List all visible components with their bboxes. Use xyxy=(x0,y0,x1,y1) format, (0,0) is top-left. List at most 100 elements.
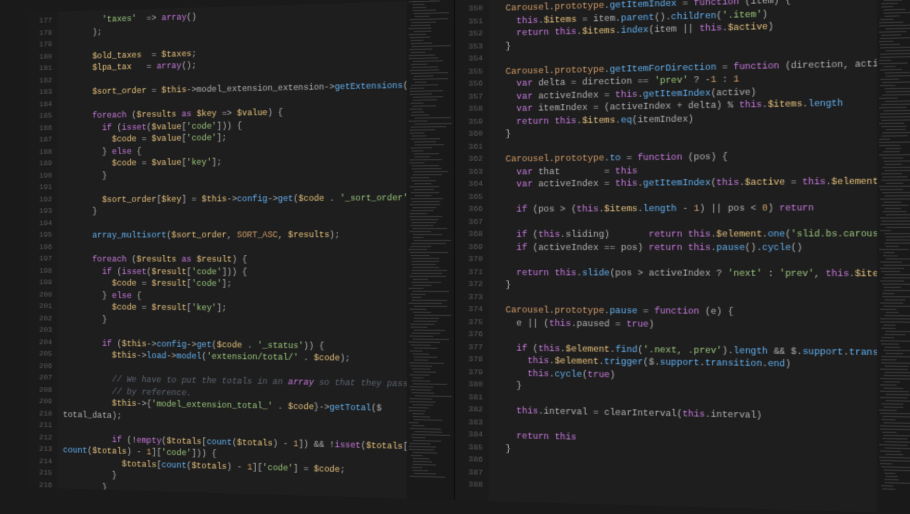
line-number: 371 xyxy=(455,267,483,280)
line-number: 357 xyxy=(455,91,483,104)
code-line[interactable] xyxy=(63,242,407,254)
line-number: 361 xyxy=(455,141,483,154)
code-line[interactable] xyxy=(495,215,877,229)
line-number: 355 xyxy=(455,66,483,79)
line-number: 376 xyxy=(455,329,483,342)
line-number: 377 xyxy=(455,342,483,355)
line-number: 202 xyxy=(27,313,52,325)
line-number: 182 xyxy=(27,75,52,87)
line-number: 367 xyxy=(455,216,483,229)
right-minimap[interactable] xyxy=(877,0,910,514)
line-number: 183 xyxy=(27,87,52,99)
line-number: 201 xyxy=(27,301,52,313)
line-number: 177 xyxy=(27,16,52,29)
line-number: 215 xyxy=(27,468,52,481)
line-number: 192 xyxy=(27,194,52,206)
line-number: 199 xyxy=(27,278,52,290)
line-number: 363 xyxy=(455,166,483,179)
line-number: 379 xyxy=(455,367,483,380)
line-number: 190 xyxy=(27,170,52,182)
line-number: 200 xyxy=(27,289,52,301)
code-line[interactable]: return this.slide(pos > activeIndex ? 'n… xyxy=(495,267,877,281)
line-number: 204 xyxy=(27,337,52,349)
line-number: 191 xyxy=(27,182,52,194)
line-number: 358 xyxy=(455,104,483,117)
line-number: 211 xyxy=(27,420,52,432)
line-number: 205 xyxy=(27,349,52,361)
left-minimap[interactable] xyxy=(407,0,454,500)
line-number: 386 xyxy=(455,454,483,467)
code-line[interactable]: foreach ($results as $result) { xyxy=(63,254,407,267)
line-number: 181 xyxy=(27,63,52,75)
line-number: 216 xyxy=(27,479,52,492)
line-number: 359 xyxy=(455,116,483,129)
line-number: 351 xyxy=(455,16,483,29)
line-number: 384 xyxy=(455,429,483,442)
line-number: 365 xyxy=(455,191,483,204)
code-line[interactable]: array_multisort($sort_order, SORT_ASC, $… xyxy=(63,229,407,242)
right-gutter: 3503513523533543553563573583593603613623… xyxy=(455,0,489,501)
line-number: 180 xyxy=(27,51,52,63)
left-code-area[interactable]: 'taxes' => array() ); $old_taxes = $taxe… xyxy=(58,1,407,498)
code-line[interactable] xyxy=(495,254,877,267)
line-number: 362 xyxy=(455,154,483,167)
line-number: 185 xyxy=(27,111,52,123)
line-number: 210 xyxy=(27,408,52,420)
line-number: 195 xyxy=(27,230,52,242)
code-line[interactable]: $sort_order[$key] = $this->config->get($… xyxy=(63,192,407,206)
line-number: 212 xyxy=(27,432,52,444)
right-code-area[interactable]: Carousel.prototype.getItemIndex = functi… xyxy=(489,0,877,512)
line-number: 213 xyxy=(27,444,52,457)
code-line[interactable]: $code = $result['code']; xyxy=(63,278,407,292)
line-number: 385 xyxy=(455,442,483,455)
line-number: 382 xyxy=(455,404,483,417)
line-number: 206 xyxy=(27,361,52,373)
line-number: 360 xyxy=(455,129,483,142)
line-number: 352 xyxy=(455,28,483,41)
code-line[interactable] xyxy=(63,217,407,230)
code-line[interactable]: if (activeIndex == pos) return this.paus… xyxy=(495,241,877,254)
line-number: 209 xyxy=(27,396,52,408)
line-number: 184 xyxy=(27,99,52,111)
line-number: 368 xyxy=(455,229,483,242)
line-number: 381 xyxy=(455,392,483,405)
line-number: 193 xyxy=(27,206,52,218)
line-number: 203 xyxy=(27,325,52,337)
line-number: 196 xyxy=(27,242,52,254)
line-number: 380 xyxy=(455,379,483,392)
line-number: 353 xyxy=(455,41,483,54)
line-number: 208 xyxy=(27,384,52,396)
line-number: 366 xyxy=(455,204,483,217)
line-number: 194 xyxy=(27,218,52,230)
line-number: 364 xyxy=(455,179,483,192)
line-number: 214 xyxy=(27,456,52,469)
line-number: 207 xyxy=(27,373,52,385)
line-number: 372 xyxy=(455,279,483,292)
left-editor-pane: 1771781791801811821831841851861871881891… xyxy=(27,0,455,500)
line-number: 356 xyxy=(455,78,483,91)
line-number: 388 xyxy=(455,479,483,492)
line-number: 189 xyxy=(27,159,52,171)
line-number: 187 xyxy=(27,135,52,147)
line-number: 387 xyxy=(455,467,483,480)
code-line[interactable]: if (this.sliding) return this.$element.o… xyxy=(495,228,877,241)
code-line[interactable]: var activeIndex = this.getItemIndex(this… xyxy=(495,175,877,191)
line-number: 375 xyxy=(455,317,483,330)
right-editor-pane: 3503513523533543553563573583593603613623… xyxy=(455,0,910,514)
line-number: 369 xyxy=(455,241,483,254)
line-number: 350 xyxy=(455,3,483,16)
line-number: 370 xyxy=(455,254,483,267)
line-number: 179 xyxy=(27,39,52,52)
line-number: 354 xyxy=(455,53,483,66)
line-number: 198 xyxy=(27,266,52,278)
line-number: 197 xyxy=(27,254,52,266)
line-number: 217 xyxy=(27,491,52,500)
line-number: 373 xyxy=(455,292,483,305)
line-number: 178 xyxy=(27,28,52,41)
line-number: 374 xyxy=(455,304,483,317)
line-number: 188 xyxy=(27,147,52,159)
line-number: 186 xyxy=(27,123,52,135)
line-number: 383 xyxy=(455,417,483,430)
line-number: 378 xyxy=(455,354,483,367)
left-gutter: 1771781791801811821831841851861871881891… xyxy=(27,12,57,489)
